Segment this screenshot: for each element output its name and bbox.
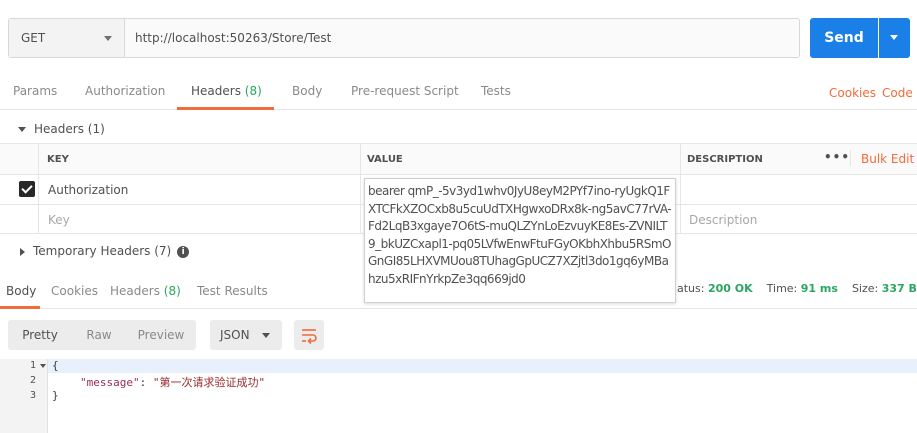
code-line: "message": "第一次请求验证成功" — [80, 374, 265, 390]
send-dropdown-button[interactable] — [879, 18, 910, 58]
active-tab-indicator — [177, 107, 274, 110]
wrap-lines-button[interactable] — [294, 320, 324, 350]
format-select[interactable]: JSON — [210, 320, 282, 350]
headers-section-title: Headers (1) — [34, 122, 105, 136]
status-label: atus: — [677, 282, 705, 295]
url-bar: GET http://localhost:50263/Store/Test — [8, 18, 800, 58]
header-value-popup[interactable]: bearer qmP_-5v3yd1whv0JyU8eyM2PYf7ino-ry… — [364, 178, 676, 303]
line-number: 2 — [30, 375, 37, 386]
format-select-label: JSON — [220, 328, 250, 342]
url-input[interactable]: http://localhost:50263/Store/Test — [135, 31, 331, 45]
tab-response-cookies[interactable]: Cookies — [51, 284, 98, 298]
tab-body[interactable]: Body — [292, 84, 322, 98]
info-icon[interactable]: i — [177, 245, 190, 258]
new-key-input[interactable]: Key — [38, 205, 360, 233]
new-description-placeholder: Description — [689, 213, 758, 227]
status-value: 200 OK — [707, 282, 753, 295]
active-tab-indicator — [0, 306, 40, 309]
header-key-text: Authorization — [48, 183, 129, 197]
key-column-header: KEY — [47, 154, 69, 165]
request-tabs: Params Authorization Headers (8) Body Pr… — [0, 70, 917, 110]
size-value: 337 B — [881, 282, 917, 295]
tab-test-results[interactable]: Test Results — [197, 284, 268, 298]
description-column-header: DESCRIPTION — [687, 154, 763, 165]
raw-button[interactable]: Raw — [72, 320, 126, 350]
code-line: { — [52, 359, 59, 372]
tab-response-headers-count: (8) — [163, 284, 181, 298]
json-separator: : — [139, 376, 153, 389]
preview-button[interactable]: Preview — [126, 320, 196, 350]
code-line: } — [52, 389, 59, 402]
temporary-headers-title: Temporary Headers (7) — [33, 244, 172, 258]
time-label: Time: — [766, 282, 798, 295]
caret-right-icon — [20, 247, 25, 256]
chevron-down-icon — [262, 333, 270, 338]
response-body-code[interactable]: 1 2 3 { "message": "第一次请求验证成功" } — [0, 359, 917, 433]
fold-icon[interactable] — [40, 364, 46, 368]
tab-response-body[interactable]: Body — [6, 284, 36, 298]
line-number-gutter — [0, 359, 48, 433]
divider — [850, 150, 851, 166]
tab-tests[interactable]: Tests — [481, 84, 511, 98]
chevron-down-icon — [104, 36, 112, 41]
header-description-cell[interactable] — [680, 175, 917, 204]
wrap-lines-icon — [302, 329, 317, 345]
key-column: KEY — [38, 144, 360, 174]
headers-table-header: KEY VALUE DESCRIPTION — [0, 143, 917, 174]
current-line-highlight — [0, 359, 917, 373]
header-enabled-checkbox[interactable] — [19, 181, 35, 197]
cookies-link[interactable]: Cookies — [829, 86, 876, 100]
temporary-headers-toggle[interactable]: Temporary Headers (7) i — [20, 244, 190, 258]
method-select[interactable]: GET — [9, 19, 125, 57]
value-column: VALUE — [360, 144, 680, 174]
tab-headers-label: Headers — [191, 84, 241, 98]
pretty-button[interactable]: Pretty — [8, 320, 72, 350]
tab-headers[interactable]: Headers (8) — [191, 84, 262, 98]
new-key-placeholder: Key — [48, 213, 70, 227]
value-column-header: VALUE — [367, 154, 403, 165]
header-key-cell[interactable]: Authorization — [38, 175, 360, 204]
method-label: GET — [21, 31, 46, 45]
code-link[interactable]: Code — [882, 86, 913, 100]
tab-authorization[interactable]: Authorization — [85, 84, 165, 98]
new-description-input[interactable]: Description — [680, 205, 917, 233]
tab-response-headers-label: Headers — [110, 284, 160, 298]
line-number: 3 — [30, 390, 37, 401]
json-value: "第一次请求验证成功" — [152, 376, 266, 389]
more-options-icon[interactable]: ••• — [824, 150, 850, 164]
caret-down-icon — [18, 127, 26, 132]
tab-headers-count: (8) — [244, 84, 262, 98]
bulk-edit-link[interactable]: Bulk Edit — [861, 152, 914, 166]
tab-response-headers[interactable]: Headers (8) — [110, 284, 181, 298]
response-status-line: atus: 200 OK Time: 91 ms Size: 337 B — [677, 282, 917, 295]
chevron-down-icon — [890, 35, 898, 40]
size-label: Size: — [851, 282, 879, 295]
line-number: 1 — [30, 360, 37, 371]
send-button[interactable]: Send — [810, 18, 878, 58]
tab-params[interactable]: Params — [13, 84, 57, 98]
tab-pre-request-script[interactable]: Pre-request Script — [351, 84, 459, 98]
json-key: "message" — [80, 376, 140, 389]
time-value: 91 ms — [800, 282, 838, 295]
headers-section-toggle[interactable]: Headers (1) — [18, 122, 105, 136]
